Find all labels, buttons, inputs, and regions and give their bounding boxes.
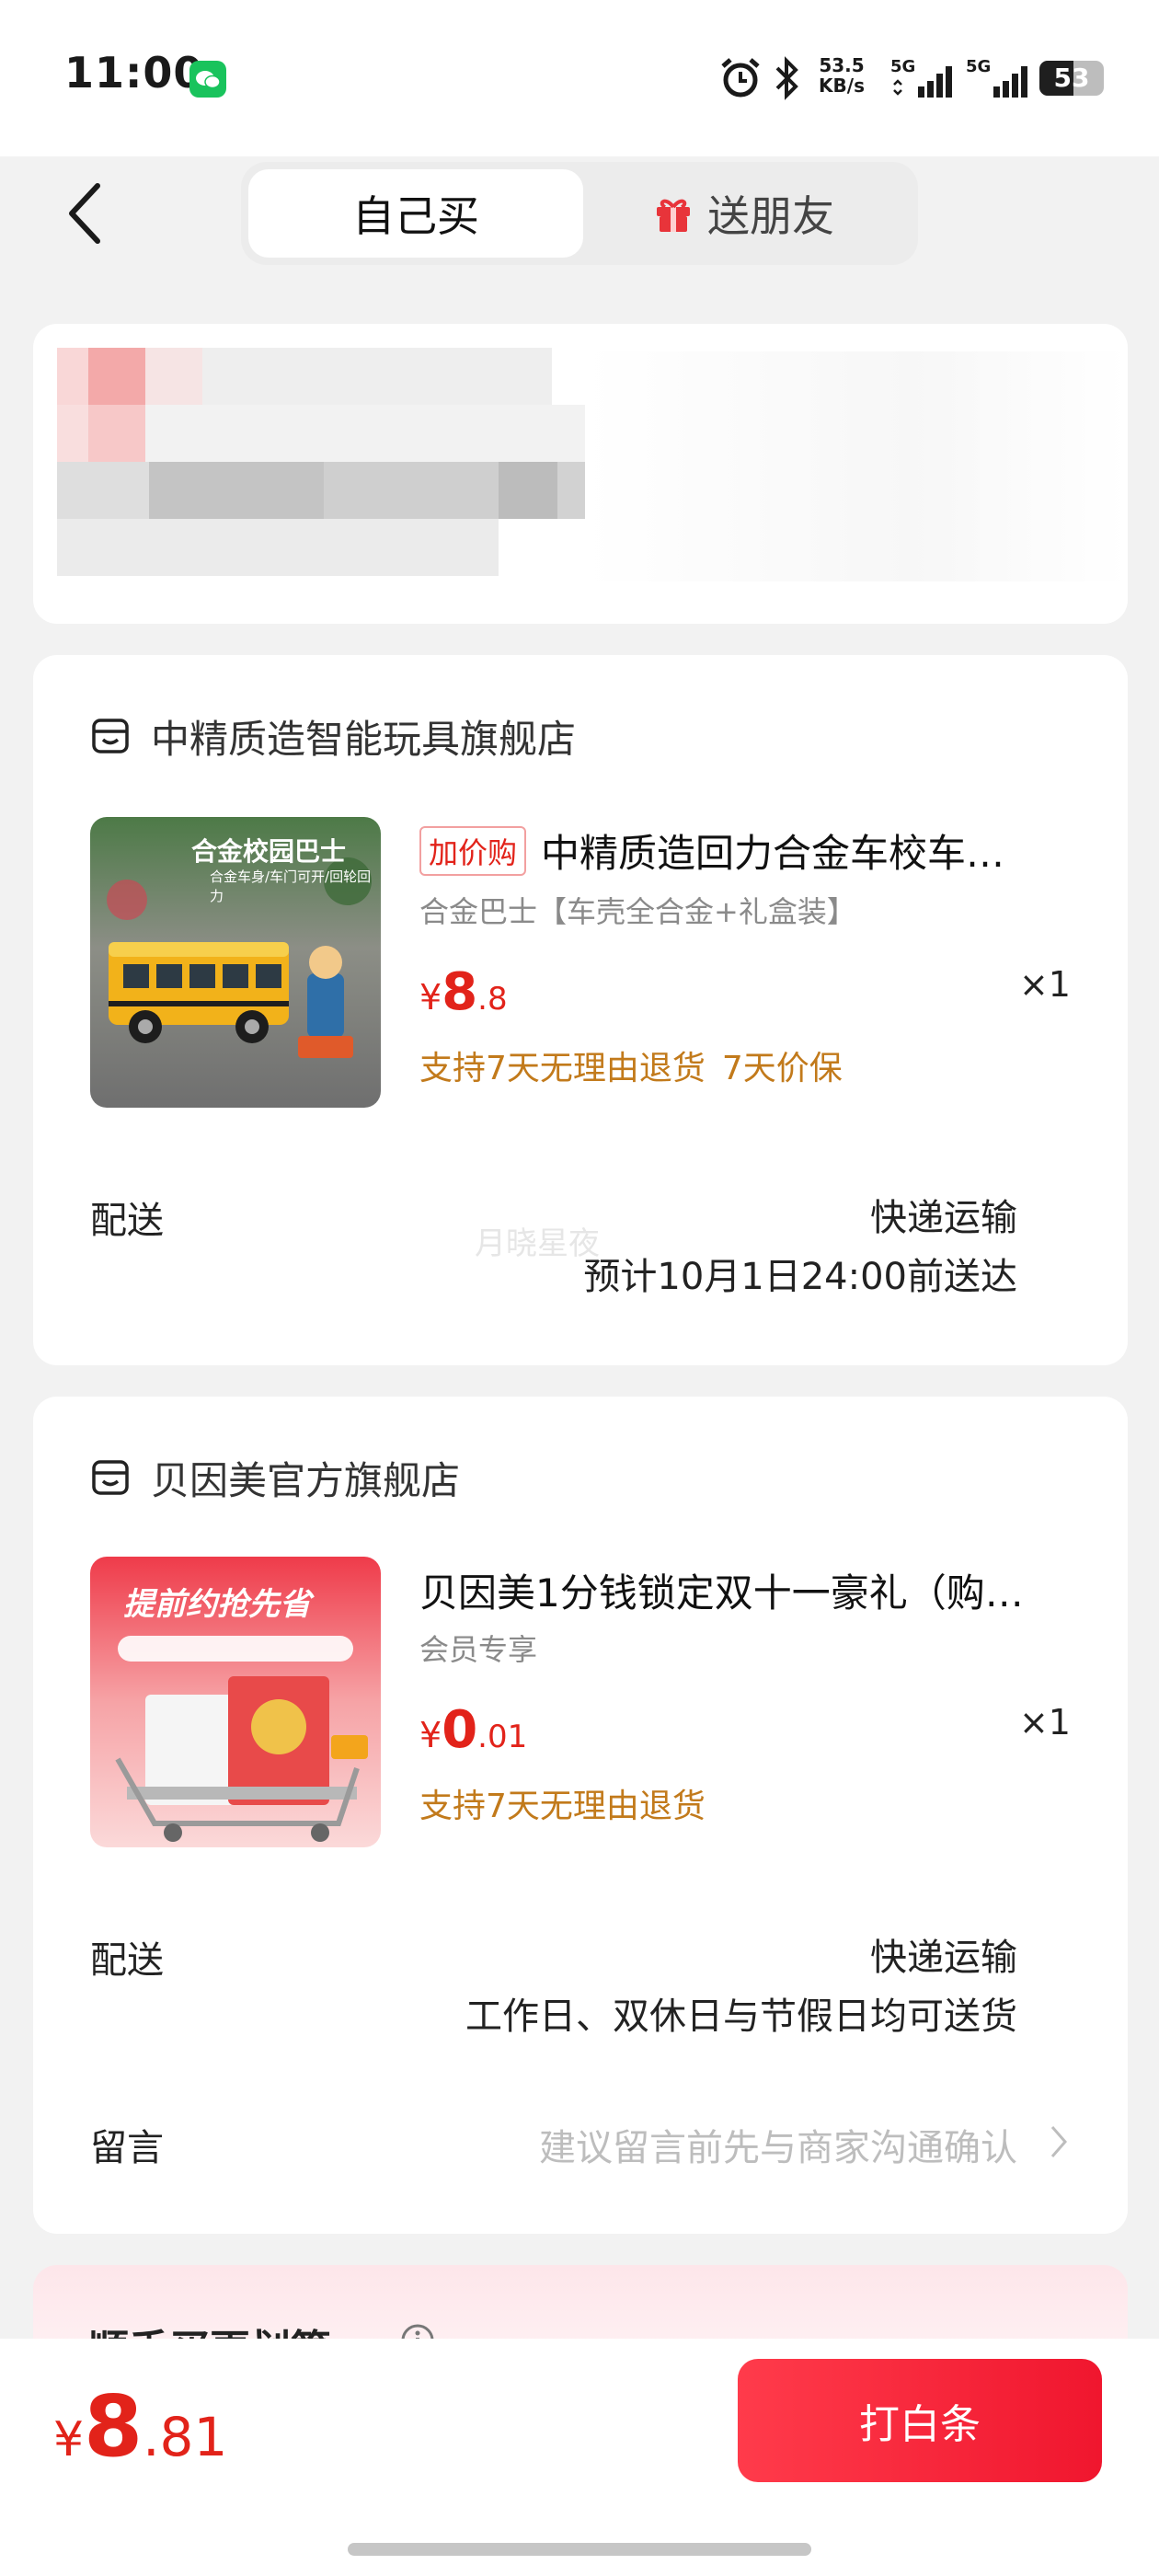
back-icon[interactable] (64, 180, 105, 247)
price-dec: .8 (477, 981, 508, 1018)
net-speed-unit: KB/s (819, 75, 865, 97)
delivery-time: 预计10月1日24:00前送达 (583, 1256, 1017, 1298)
image-caption: 提前约抢先省 (123, 1586, 311, 1623)
wechat-icon (189, 61, 226, 98)
product-spec: 会员专享 (419, 1632, 538, 1667)
status-bar: 11:00 53.5 KB/s 5G 5G 53 (0, 0, 1159, 156)
redacted-block (88, 348, 145, 405)
pay-button-label: 打白条 (859, 2401, 981, 2448)
redacted-block (585, 351, 1128, 581)
battery-icon: 53 (1039, 61, 1104, 96)
status-time: 11:00 (64, 48, 204, 98)
delivery-info[interactable]: 快递运输 工作日、双休日与节假日均可送货 (465, 1928, 1017, 2046)
status-icons: 53.5 KB/s 5G 5G 53 (662, 52, 1104, 107)
service-tag: 支持7天无理由退货 (419, 1788, 706, 1825)
store-header[interactable]: 贝因美官方旗舰店 (90, 1450, 460, 1505)
product-price: ¥0.01 (419, 1700, 527, 1760)
image-subcaption: 合金车身/车门可开/回轮回力 (210, 868, 372, 904)
add-on-tag: 加价购 (419, 825, 527, 876)
service-tags: 支持7天无理由退货 7天价保 (419, 1041, 843, 1089)
delivery-label: 配送 (90, 1200, 164, 1242)
message-input[interactable]: 建议留言前先与商家沟通确认 (539, 2118, 1017, 2171)
store-card: 贝因美官方旗舰店 提前约抢先省 贝因美1分钱锁定双十一豪礼（购… 会员专享 ¥0… (33, 1397, 1128, 2234)
pay-button[interactable]: 打白条 (738, 2359, 1102, 2482)
redacted-block (57, 405, 88, 462)
product-title: 贝因美1分钱锁定双十一豪礼（购… (419, 1570, 1024, 1616)
service-tag: 支持7天无理由退货 (419, 1050, 706, 1087)
total-dec: .81 (143, 2406, 228, 2468)
price-symbol: ¥ (419, 1715, 442, 1755)
signal-icon: 5G (966, 57, 1034, 101)
price-dec: .01 (477, 1719, 528, 1755)
order-total: ¥8.81 (53, 2377, 227, 2476)
watermark: 月晓星夜 (475, 1225, 600, 1262)
product-quantity[interactable]: ×1 (1019, 1702, 1071, 1742)
alarm-icon (721, 58, 760, 98)
bluetooth-icon (775, 56, 798, 100)
signal-icon: 5G (890, 57, 958, 101)
product-quantity[interactable]: ×1 (1019, 964, 1071, 1005)
tab-self-buy-label: 自己买 (352, 191, 479, 241)
tab-send-friend[interactable]: 送朋友 (576, 169, 911, 258)
purchase-mode-switch: 自己买 送朋友 (241, 162, 918, 265)
delivery-method: 快递运输 (870, 1937, 1017, 1979)
tab-self-buy[interactable]: 自己买 (248, 169, 583, 258)
redacted-block (324, 462, 499, 519)
redacted-block (149, 462, 324, 519)
total-int: 8 (84, 2377, 143, 2476)
redacted-block (57, 348, 88, 405)
product-image[interactable]: 提前约抢先省 (90, 1557, 381, 1847)
service-tag: 7天价保 (721, 1050, 843, 1087)
price-int: 8 (442, 962, 478, 1022)
total-symbol: ¥ (53, 2412, 85, 2467)
product-price: ¥8.8 (419, 962, 508, 1022)
redacted-block (145, 348, 202, 405)
store-name: 贝因美官方旗舰店 (151, 1457, 461, 1503)
product-title-row[interactable]: 加价购 中精质造回力合金车校车… (419, 822, 1054, 879)
address-card[interactable] (33, 324, 1128, 624)
checkout-page: 11:00 53.5 KB/s 5G 5G 53 自己买 送朋友 中精质造智能玩… (0, 0, 1159, 2576)
bottom-bar: ¥8.81 打白条 (0, 2339, 1159, 2576)
chevron-right-icon (1050, 2126, 1067, 2157)
net-speed-value: 53.5 (819, 54, 865, 76)
product-spec[interactable]: 合金巴士【车壳全合金+礼盒装】 (419, 889, 856, 931)
price-int: 0 (442, 1700, 478, 1760)
store-name: 中精质造智能玩具旗舰店 (151, 716, 577, 762)
redacted-block (499, 462, 557, 519)
gift-icon (657, 199, 690, 232)
price-symbol: ¥ (419, 977, 442, 1018)
battery-text: 53 (1053, 63, 1090, 93)
delivery-method: 快递运输 (870, 1197, 1017, 1239)
redacted-block (88, 405, 145, 462)
delivery-info[interactable]: 快递运输 预计10月1日24:00前送达 (583, 1189, 1017, 1306)
store-icon (92, 719, 129, 753)
home-indicator[interactable] (348, 2543, 811, 2556)
service-tags: 支持7天无理由退货 (419, 1779, 706, 1827)
tab-send-friend-label: 送朋友 (707, 191, 834, 241)
redacted-block (57, 462, 149, 519)
product-image[interactable]: 合金校园巴士 合金车身/车门可开/回轮回力 (90, 817, 381, 1108)
redacted-block (202, 348, 552, 405)
store-card: 中精质造智能玩具旗舰店 合金校园巴士 合金车身/车门可开/回轮回力 加价购 中精… (33, 655, 1128, 1365)
product-title-row[interactable]: 贝因美1分钱锁定双十一豪礼（购… (419, 1562, 1054, 1618)
delivery-time: 工作日、双休日与节假日均可送货 (465, 1995, 1017, 2038)
product-title: 中精质造回力合金车校车… (541, 831, 1005, 876)
delivery-label: 配送 (90, 1939, 164, 1982)
message-label: 留言 (90, 2127, 164, 2169)
store-icon (92, 1460, 129, 1495)
net-speed: 53.5 KB/s (809, 55, 874, 96)
redacted-block (57, 519, 499, 576)
store-header[interactable]: 中精质造智能玩具旗舰店 (90, 708, 576, 764)
image-caption: 合金校园巴士 (191, 836, 347, 867)
